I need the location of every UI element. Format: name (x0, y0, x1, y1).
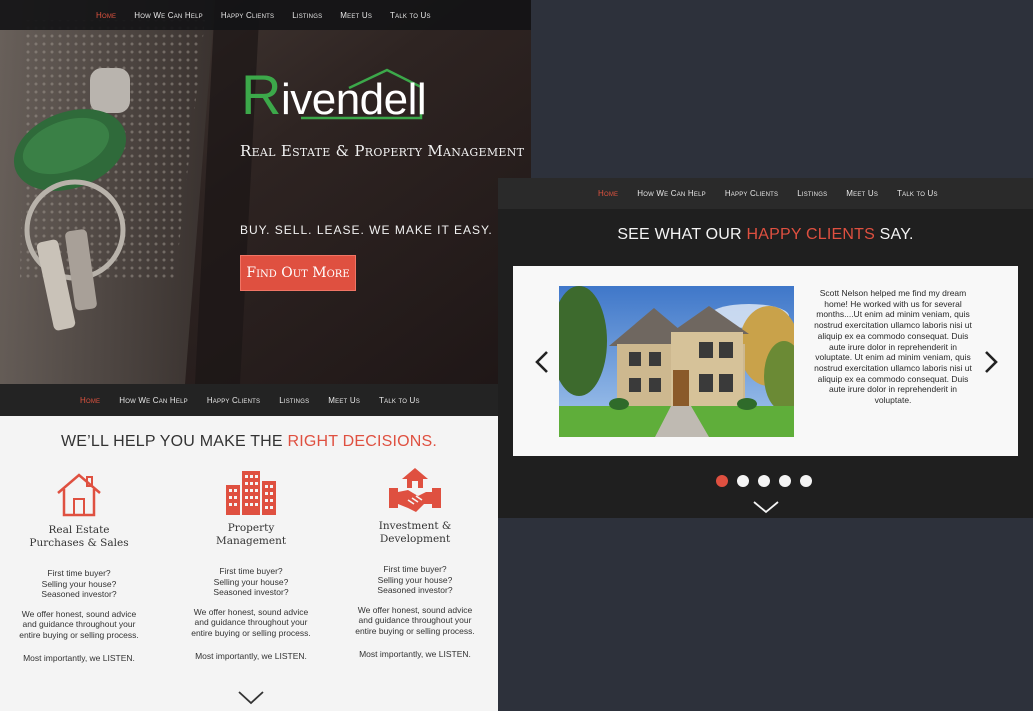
question: Seasoned investor? (377, 585, 453, 595)
carousel-dot-3[interactable] (758, 475, 770, 487)
nav-listings[interactable]: Listings (279, 396, 309, 405)
listen-note: Most importantly, we LISTEN. (195, 651, 307, 661)
service-name-line2: Purchases & Sales (29, 537, 129, 549)
service-name-line1: Investment & (378, 520, 452, 532)
nav-listings[interactable]: Listings (292, 11, 322, 20)
house-icon (9, 470, 149, 520)
services-panel: Home How We Can Help Happy Clients Listi… (0, 384, 498, 711)
nav-happy-clients[interactable]: Happy Clients (207, 396, 260, 405)
next-arrow-icon[interactable] (984, 351, 998, 373)
nav-happy-clients[interactable]: Happy Clients (725, 189, 778, 198)
rivendell-logo: Rivendell (241, 63, 441, 126)
nav-how-we-can-help[interactable]: How We Can Help (134, 11, 203, 20)
hero-nav: Home How We Can Help Happy Clients Listi… (0, 0, 531, 30)
description-line: entire buying or selling process. (19, 629, 139, 640)
nav-talk-to-us[interactable]: Talk to Us (390, 11, 431, 20)
listen-note: Most importantly, we LISTEN. (23, 653, 135, 663)
nav-how-we-can-help[interactable]: How We Can Help (637, 189, 706, 198)
description-line: entire buying or selling process. (191, 627, 311, 638)
carousel-dot-1[interactable] (716, 475, 728, 487)
hero-tagline: Real Estate & Property Management (240, 142, 525, 160)
question: Selling your house? (377, 574, 453, 585)
service-name-line1: Real Estate (48, 524, 110, 536)
description-line: entire buying or selling process. (355, 625, 475, 636)
question: First time buyer? (47, 568, 111, 578)
handshake-house-icon (345, 466, 485, 516)
previous-arrow-icon[interactable] (535, 351, 549, 373)
hero-panel: Home How We Can Help Happy Clients Listi… (0, 0, 531, 384)
nav-how-we-can-help[interactable]: How We Can Help (119, 396, 188, 405)
listen-note: Most importantly, we LISTEN. (359, 649, 471, 659)
nav-talk-to-us[interactable]: Talk to Us (379, 396, 420, 405)
services-nav: Home How We Can Help Happy Clients Listi… (0, 384, 498, 416)
service-name-line2: Management (215, 535, 287, 547)
service-name-line2: Development (379, 533, 451, 545)
nav-meet-us[interactable]: Meet Us (846, 189, 878, 198)
question: First time buyer? (383, 564, 447, 574)
question: Seasoned investor? (213, 587, 289, 597)
hero-slogan: BUY. SELL. LEASE. WE MAKE IT EASY. (240, 223, 493, 237)
description-line: We offer honest, sound advice (193, 606, 309, 617)
carousel-dot-2[interactable] (737, 475, 749, 487)
carousel-dots (716, 475, 812, 487)
service-real-estate: Real Estate Purchases & Sales First time … (9, 470, 149, 663)
question: Seasoned investor? (41, 589, 117, 599)
clients-panel: Home How We Can Help Happy Clients Listi… (498, 178, 1033, 518)
description-line: and guidance throughout your (22, 619, 136, 629)
testimonial-quote: Scott Nelson helped me find my dream hom… (814, 288, 972, 406)
service-property-management: Property Management First time buyer? Sell… (181, 468, 321, 661)
keys-background-image (0, 0, 531, 384)
nav-listings[interactable]: Listings (797, 189, 827, 198)
logo-wordmark: Rivendell (241, 63, 427, 126)
question: Selling your house? (213, 576, 289, 587)
service-investment-development: Investment & Development First time buyer… (345, 466, 485, 659)
description-line: and guidance throughout your (358, 615, 472, 625)
service-name-line1: Property (227, 522, 275, 534)
building-icon (181, 468, 321, 518)
find-out-more-button[interactable]: Find Out More (240, 255, 356, 291)
description-line: and guidance throughout your (194, 617, 308, 627)
services-heading: WE’LL HELP YOU MAKE THE RIGHT DECISIONS. (60, 433, 438, 450)
description-line: We offer honest, sound advice (357, 604, 473, 615)
clients-nav: Home How We Can Help Happy Clients Listi… (498, 178, 1033, 209)
carousel-dot-5[interactable] (800, 475, 812, 487)
carousel-dot-4[interactable] (779, 475, 791, 487)
description-line: We offer honest, sound advice (21, 608, 137, 619)
nav-home[interactable]: Home (598, 189, 618, 198)
scroll-down-chevron-icon[interactable] (753, 501, 779, 514)
question: Selling your house? (41, 578, 117, 589)
nav-meet-us[interactable]: Meet Us (340, 11, 372, 20)
nav-talk-to-us[interactable]: Talk to Us (897, 189, 938, 198)
nav-home[interactable]: Home (96, 11, 116, 20)
nav-happy-clients[interactable]: Happy Clients (221, 11, 274, 20)
question: First time buyer? (219, 566, 283, 576)
clients-heading: SEE WHAT OUR HAPPY CLIENTS SAY. (617, 226, 914, 243)
nav-home[interactable]: Home (80, 396, 100, 405)
nav-meet-us[interactable]: Meet Us (328, 396, 360, 405)
house-photo (559, 286, 794, 437)
testimonial-card: Scott Nelson helped me find my dream hom… (513, 266, 1018, 456)
scroll-down-chevron-icon[interactable] (238, 691, 264, 705)
